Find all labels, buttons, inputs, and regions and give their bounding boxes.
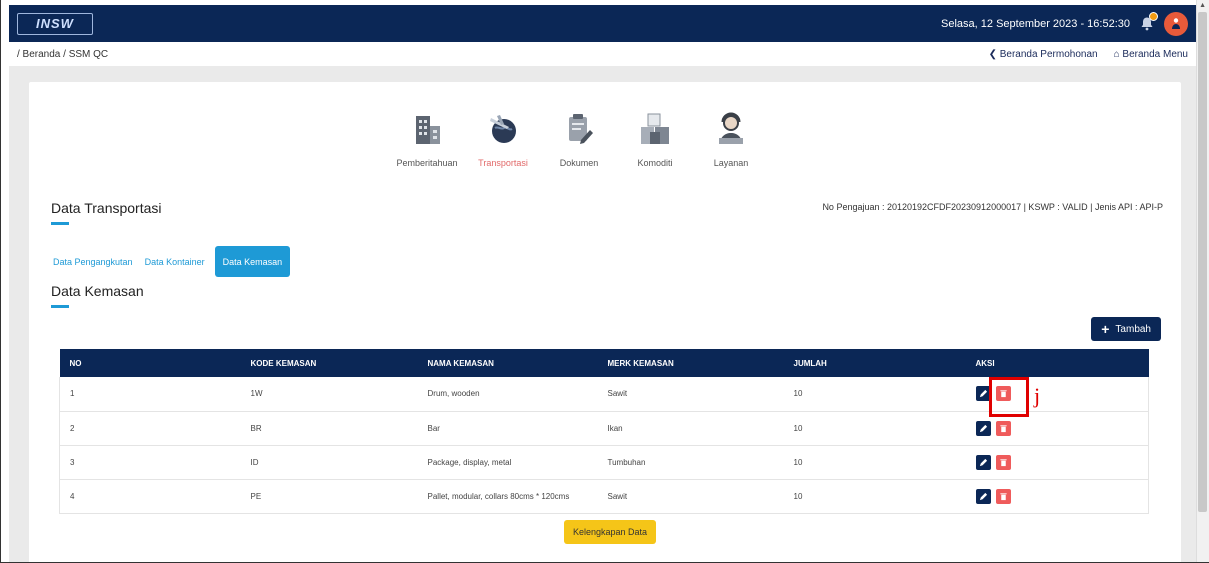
step-pemberitahuan[interactable]: Pemberitahuan	[389, 110, 465, 168]
insw-logo[interactable]: INSW	[17, 12, 93, 35]
submission-info: No Pengajuan : 20120192CFDF2023091200001…	[822, 202, 1163, 212]
step-dokumen[interactable]: Dokumen	[541, 110, 617, 168]
customer-service-icon	[719, 112, 743, 144]
scrollbar-thumb[interactable]	[1198, 12, 1207, 512]
cell-jumlah: 10	[783, 411, 966, 446]
beranda-permohonan-link[interactable]: ❮ Beranda Permohonan	[989, 49, 1098, 60]
edit-button[interactable]	[975, 454, 991, 470]
header-no: NO	[69, 358, 82, 368]
step-label: Layanan	[713, 158, 749, 168]
delete-button[interactable]	[995, 420, 1011, 436]
step-label: Dokumen	[559, 158, 599, 168]
header-aksi: AKSI	[975, 358, 995, 368]
building-icon	[416, 116, 440, 144]
delete-button[interactable]	[995, 454, 1011, 470]
edit-button[interactable]	[975, 420, 991, 436]
trash-icon	[999, 424, 1007, 432]
section-title: Data Transportasi	[51, 200, 162, 225]
trash-icon	[999, 492, 1007, 500]
cell-nama: Pallet, modular, collars 80cms * 120cms	[417, 479, 598, 514]
subsection-title-text: Data Kemasan	[51, 283, 144, 299]
cell-jumlah: 10	[783, 479, 966, 514]
cell-jumlah: 10	[783, 445, 966, 480]
cell-kode: BR	[240, 411, 418, 446]
step-label: Transportasi	[478, 158, 528, 168]
cell-nama: Bar	[417, 411, 598, 446]
pencil-icon	[979, 424, 987, 432]
header-jumlah: JUMLAH	[793, 358, 827, 368]
step-navigation: Pemberitahuan Transportasi Dokumen Komod…	[389, 110, 769, 168]
delete-button[interactable]	[995, 488, 1011, 504]
cell-jumlah: 10	[783, 377, 966, 412]
cell-no: 3	[59, 445, 241, 480]
top-navbar: INSW Selasa, 12 September 2023 - 16:52:3…	[9, 5, 1196, 42]
beranda-menu-link[interactable]: ⌂ Beranda Menu	[1114, 49, 1188, 60]
pencil-icon	[979, 492, 987, 500]
table-row: 3 ID Package, display, metal Tumbuhan 10	[59, 445, 1149, 480]
cell-nama: Package, display, metal	[417, 445, 598, 480]
cell-kode: PE	[240, 479, 418, 514]
app-frame: INSW Selasa, 12 September 2023 - 16:52:3…	[0, 0, 1209, 563]
vertical-scrollbar[interactable]: ▲	[1196, 0, 1209, 562]
cell-aksi	[965, 445, 1149, 480]
header-nama-kemasan: NAMA KEMASAN	[427, 358, 494, 368]
step-komoditi[interactable]: Komoditi	[617, 110, 693, 168]
table-row: 4 PE Pallet, modular, collars 80cms * 12…	[59, 479, 1149, 514]
notification-badge	[1149, 11, 1158, 21]
title-underline	[51, 305, 69, 308]
scroll-up-icon[interactable]: ▲	[1199, 2, 1206, 9]
annotation-highlight-box	[989, 377, 1029, 417]
bell-icon[interactable]	[1138, 11, 1158, 33]
subsection-title: Data Kemasan	[51, 283, 144, 308]
trash-icon	[999, 458, 1007, 466]
cell-merk: Sawit	[597, 377, 784, 412]
breadcrumb: / Beranda / SSM QC	[17, 48, 109, 60]
tab-data-kemasan[interactable]: Data Kemasan	[214, 246, 291, 277]
cell-merk: Sawit	[597, 479, 784, 514]
cell-no: 4	[59, 479, 241, 514]
document-edit-icon	[569, 114, 593, 144]
cell-merk: Ikan	[597, 411, 784, 446]
cell-nama: Drum, wooden	[417, 377, 598, 412]
table-header-row: NO KODE KEMASAN NAMA KEMASAN MERK KEMASA…	[59, 349, 1149, 377]
cell-aksi	[965, 479, 1149, 514]
cell-no: 1	[59, 377, 241, 412]
breadcrumb-bar: / Beranda / SSM QC ❮ Beranda Permohonan …	[9, 42, 1196, 66]
tab-data-pengangkutan[interactable]: Data Pengangkutan	[51, 257, 135, 267]
step-label: Pemberitahuan	[396, 158, 458, 168]
kelengkapan-data-button[interactable]: Kelengkapan Data	[564, 520, 657, 544]
kemasan-table: NO KODE KEMASAN NAMA KEMASAN MERK KEMASA…	[59, 349, 1149, 514]
cell-no: 2	[59, 411, 241, 446]
annotation-label: j	[1034, 383, 1041, 408]
pencil-icon	[979, 458, 987, 466]
tab-data-kontainer[interactable]: Data Kontainer	[143, 257, 207, 267]
header-merk-kemasan: MERK KEMASAN	[607, 358, 674, 368]
table-row: 1 1W Drum, wooden Sawit 10	[59, 377, 1149, 412]
header-kode-kemasan: KODE KEMASAN	[250, 358, 317, 368]
tab-bar: Data Pengangkutan Data Kontainer Data Ke…	[51, 246, 291, 277]
user-avatar-icon[interactable]	[1164, 11, 1188, 36]
edit-button[interactable]	[975, 488, 991, 504]
step-transportasi[interactable]: Transportasi	[465, 110, 541, 168]
table-row: 2 BR Bar Ikan 10	[59, 411, 1149, 446]
title-underline	[51, 222, 69, 225]
cell-merk: Tumbuhan	[597, 445, 784, 480]
cell-kode: ID	[240, 445, 418, 480]
add-button[interactable]: + Tambah	[1091, 317, 1161, 341]
pencil-icon	[979, 390, 987, 398]
boxes-icon	[641, 113, 669, 144]
main-card: Pemberitahuan Transportasi Dokumen Komod…	[29, 82, 1181, 562]
add-button-label: Tambah	[1115, 323, 1151, 335]
step-label: Komoditi	[637, 158, 673, 168]
section-title-text: Data Transportasi	[51, 200, 162, 216]
airplane-globe-icon	[490, 115, 516, 143]
cell-kode: 1W	[240, 377, 418, 412]
datetime-display: Selasa, 12 September 2023 - 16:52:30	[941, 17, 1130, 30]
plus-icon: +	[1101, 321, 1110, 337]
step-layanan[interactable]: Layanan	[693, 110, 769, 168]
